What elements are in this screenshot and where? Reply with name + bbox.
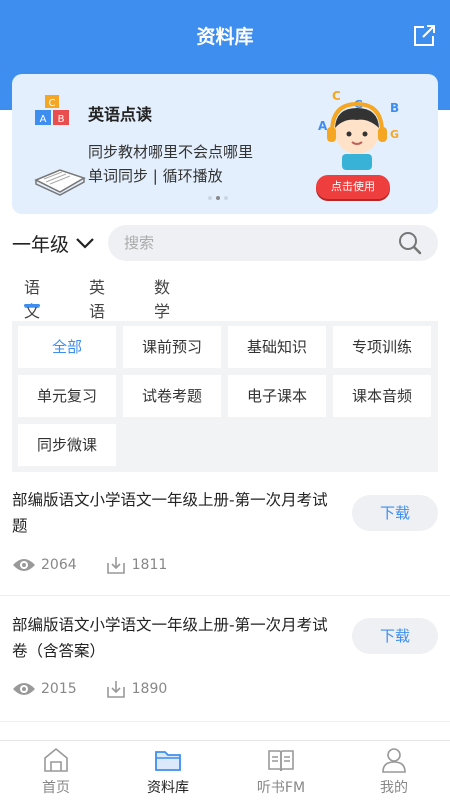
promo-banner[interactable]: C A B 英语点读 同步教材哪里不会点哪里 单词同步 | 循环播放 C G B… bbox=[12, 74, 438, 214]
carousel-indicator bbox=[208, 196, 228, 200]
list-item[interactable]: 部编版语文小学语文一年级上册-第一次月考试题 下载 2064 1811 bbox=[0, 472, 450, 596]
category-grid: 全部 课前预习 基础知识 专项训练 单元复习 试卷考题 电子课本 课本音频 同步… bbox=[12, 321, 438, 472]
tab-chinese[interactable]: 语文 bbox=[24, 274, 41, 321]
category-micro-lessons[interactable]: 同步微课 bbox=[18, 424, 116, 466]
svg-text:B: B bbox=[58, 114, 65, 125]
download-icon bbox=[106, 681, 125, 698]
tab-math[interactable]: 数学 bbox=[154, 274, 170, 321]
carousel-dot-active bbox=[216, 196, 220, 200]
category-audio[interactable]: 课本音频 bbox=[333, 375, 431, 417]
grade-label: 一年级 bbox=[12, 233, 70, 256]
item-title[interactable]: 部编版语文小学语文一年级上册-第一次月考试卷（含答案） bbox=[12, 612, 342, 664]
view-count: 2015 bbox=[41, 681, 77, 697]
banner-features: 单词同步 | 循环播放 bbox=[88, 167, 223, 185]
banner-title: 英语点读 bbox=[88, 105, 153, 124]
tab-english[interactable]: 英语 bbox=[89, 274, 105, 321]
download-icon bbox=[106, 557, 125, 574]
svg-text:C: C bbox=[49, 98, 56, 109]
grade-selector[interactable]: 一年级 bbox=[12, 232, 95, 256]
search-bar[interactable] bbox=[108, 225, 438, 261]
use-now-button[interactable]: 点击使用 bbox=[316, 175, 390, 199]
carousel-dot bbox=[224, 196, 228, 200]
download-button[interactable]: 下载 bbox=[352, 495, 438, 531]
eye-icon bbox=[13, 683, 35, 695]
banner-subtitle: 同步教材哪里不会点哪里 bbox=[88, 143, 254, 161]
category-preview[interactable]: 课前预习 bbox=[123, 326, 221, 368]
open-book-icon bbox=[34, 169, 86, 196]
tab-library[interactable]: 资料库 bbox=[112, 741, 224, 800]
category-ebook[interactable]: 电子课本 bbox=[228, 375, 326, 417]
item-stats: 2015 1890 bbox=[12, 680, 167, 698]
tab-audiobook[interactable]: 听书FM bbox=[225, 741, 337, 800]
tab-home-label: 首页 bbox=[42, 780, 70, 796]
item-stats: 2064 1811 bbox=[12, 556, 167, 574]
download-count: 1811 bbox=[131, 557, 168, 573]
tab-profile-label: 我的 bbox=[380, 780, 408, 796]
category-exams[interactable]: 试卷考题 bbox=[123, 375, 221, 417]
search-icon[interactable] bbox=[398, 231, 422, 255]
folder-icon bbox=[155, 751, 181, 771]
book-icon bbox=[268, 750, 294, 772]
banner-letter: C bbox=[332, 89, 341, 103]
download-button[interactable]: 下载 bbox=[352, 618, 438, 654]
list-item[interactable]: 部编版语文小学语文一年级上册-第一次月考试卷（含答案） 下载 2015 1890 bbox=[0, 596, 450, 722]
svg-text:A: A bbox=[40, 114, 47, 125]
chevron-down-icon bbox=[76, 238, 94, 249]
banner-letter: G bbox=[390, 128, 399, 141]
tab-profile[interactable]: 我的 bbox=[338, 741, 450, 800]
page-title: 资料库 bbox=[196, 26, 254, 48]
eye-icon bbox=[13, 559, 35, 571]
category-unit-review[interactable]: 单元复习 bbox=[18, 375, 116, 417]
category-all[interactable]: 全部 bbox=[18, 326, 116, 368]
category-basics[interactable]: 基础知识 bbox=[228, 326, 326, 368]
banner-letter: B bbox=[390, 101, 399, 115]
carousel-dot bbox=[208, 196, 212, 200]
home-icon bbox=[44, 747, 68, 772]
share-icon[interactable] bbox=[410, 22, 438, 50]
download-count: 1890 bbox=[131, 681, 168, 697]
item-title[interactable]: 部编版语文小学语文一年级上册-第一次月考试题 bbox=[12, 487, 342, 539]
category-special-training[interactable]: 专项训练 bbox=[333, 326, 431, 368]
search-input[interactable] bbox=[124, 225, 384, 261]
tab-home[interactable]: 首页 bbox=[0, 741, 112, 800]
tab-library-label: 资料库 bbox=[147, 780, 189, 796]
view-count: 2064 bbox=[41, 557, 77, 573]
banner-letter: A bbox=[318, 119, 328, 133]
bottom-tab-bar: 首页 资料库 听书FM 我的 bbox=[0, 740, 450, 800]
abc-blocks-icon: C A B bbox=[35, 95, 69, 125]
tab-audiobook-label: 听书FM bbox=[256, 780, 306, 796]
user-icon bbox=[382, 748, 406, 773]
